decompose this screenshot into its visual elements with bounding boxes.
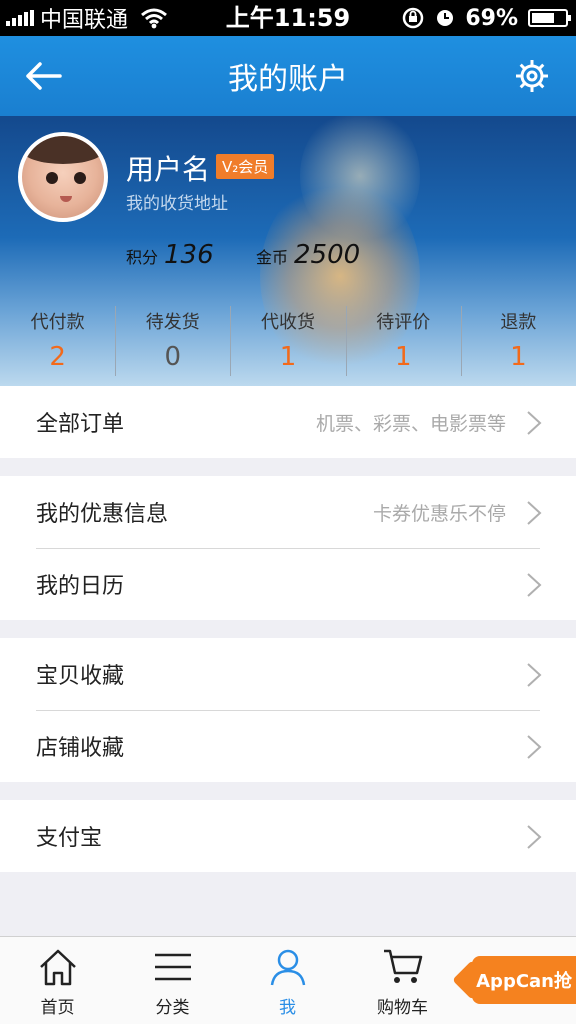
- order-status-count: 1: [510, 342, 527, 372]
- menu-item-hint: 机票、彩票、电影票等: [315, 412, 506, 435]
- menu-group-orders: 全部订单 机票、彩票、电影票等: [0, 386, 576, 458]
- appcan-badge-label: AppCan抢: [476, 971, 572, 992]
- order-status-label: 代付款: [30, 312, 85, 333]
- tab-cart[interactable]: 购物车: [345, 937, 460, 1024]
- battery-icon: [528, 9, 571, 27]
- chevron-right-icon: [527, 663, 542, 687]
- tab-label: 首页: [40, 998, 75, 1018]
- menu-item-label: 宝贝收藏: [36, 664, 125, 689]
- order-status-count: 1: [279, 342, 297, 372]
- coins-value: 2500: [294, 240, 361, 270]
- menu-item-favorite-items[interactable]: 宝贝收藏: [0, 638, 576, 710]
- page-title: 我的账户: [228, 62, 348, 97]
- menu-item-alipay[interactable]: 支付宝: [0, 800, 576, 872]
- tab-home[interactable]: 首页: [0, 937, 115, 1024]
- chevron-right-icon: [527, 573, 542, 597]
- chevron-right-icon: [527, 411, 542, 435]
- menu-item-label: 我的日历: [36, 574, 125, 599]
- order-status-to-review[interactable]: 待评价 1: [345, 306, 461, 376]
- menu-item-label: 我的优惠信息: [36, 502, 169, 527]
- order-status-count: 0: [164, 342, 182, 372]
- back-arrow-icon[interactable]: [22, 56, 66, 96]
- menu-item-label: 支付宝: [36, 826, 103, 851]
- order-status-bar: 代付款 2 待发货 0 代收货 1 待评价 1 退款 1: [0, 296, 576, 386]
- tab-label: 我: [279, 998, 296, 1018]
- tab-category[interactable]: 分类: [115, 937, 230, 1024]
- username[interactable]: 用户名: [126, 148, 210, 188]
- coins-stat[interactable]: 金币 2500: [256, 240, 360, 270]
- status-right: 69%: [401, 0, 571, 36]
- points-label: 积分: [126, 248, 159, 267]
- order-status-label: 待发货: [145, 312, 200, 333]
- points-stat[interactable]: 积分 136: [126, 240, 214, 270]
- order-status-to-receive[interactable]: 代收货 1: [230, 306, 345, 376]
- chevron-right-icon: [527, 501, 542, 525]
- menu-item-coupons[interactable]: 我的优惠信息 卡券优惠乐不停: [0, 476, 576, 548]
- menu-item-favorite-shops[interactable]: 店铺收藏: [0, 710, 576, 782]
- coins-label: 金币: [256, 248, 289, 267]
- order-status-label: 代收货: [261, 312, 315, 333]
- menu-item-label: 全部订单: [36, 412, 125, 437]
- profile-header: 用户名 V₂会员 我的收货地址 积分 136 金币 2500 代付款 2 待发货…: [0, 116, 576, 386]
- nav-bar: 我的账户: [0, 36, 576, 116]
- rotation-lock-icon: [403, 7, 424, 29]
- person-icon: [270, 949, 305, 986]
- menu-item-hint: 卡券优惠乐不停: [372, 502, 506, 525]
- tab-me[interactable]: 我: [230, 937, 345, 1024]
- order-status-count: 1: [394, 342, 412, 372]
- chevron-right-icon: [527, 735, 542, 759]
- chevron-right-icon: [527, 825, 542, 849]
- battery-percent: 69%: [465, 5, 518, 31]
- menu-group-personal: 我的优惠信息 卡券优惠乐不停 我的日历: [0, 476, 576, 620]
- avatar[interactable]: [18, 132, 108, 222]
- order-status-label: 退款: [500, 312, 537, 333]
- order-status-pending-payment[interactable]: 代付款 2: [0, 306, 115, 376]
- points-value: 136: [164, 240, 214, 270]
- alarm-icon: [437, 10, 454, 26]
- gear-icon[interactable]: [514, 58, 550, 94]
- status-bar: 中国联通 上午11:59 69%: [0, 0, 576, 36]
- vip-badge: V₂会员: [216, 154, 275, 179]
- tab-label: 购物车: [377, 998, 428, 1018]
- tab-label: 分类: [155, 998, 190, 1018]
- menu-item-all-orders[interactable]: 全部订单 机票、彩票、电影票等: [0, 386, 576, 458]
- order-status-label: 待评价: [376, 312, 431, 333]
- order-status-count: 2: [49, 342, 66, 372]
- appcan-floating-badge[interactable]: AppCan抢: [472, 956, 576, 1004]
- order-status-to-ship[interactable]: 待发货 0: [115, 306, 230, 376]
- order-status-refund[interactable]: 退款 1: [460, 306, 576, 376]
- cart-icon: [383, 949, 422, 983]
- menu-group-payment: 支付宝: [0, 800, 576, 872]
- menu-item-label: 店铺收藏: [36, 736, 125, 761]
- home-icon: [39, 949, 76, 986]
- shipping-address-link[interactable]: 我的收货地址: [126, 189, 228, 214]
- menu-icon: [154, 953, 191, 981]
- menu-item-calendar[interactable]: 我的日历: [0, 548, 576, 620]
- menu-group-favorites: 宝贝收藏 店铺收藏: [0, 638, 576, 782]
